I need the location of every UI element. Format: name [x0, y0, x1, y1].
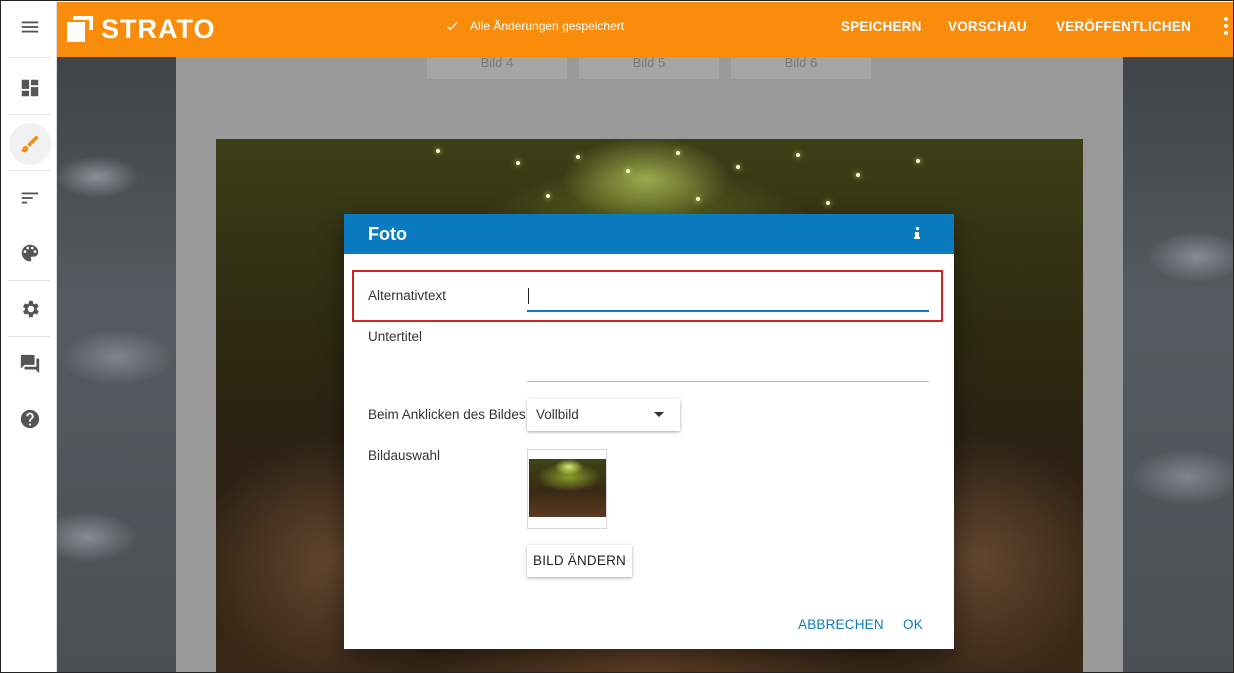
preview-button[interactable]: VORSCHAU	[948, 19, 1027, 34]
save-button[interactable]: SPEICHERN	[841, 19, 922, 34]
forum-icon[interactable]	[2, 340, 57, 388]
image-select-label: Bildauswahl	[368, 448, 441, 463]
gear-icon[interactable]	[2, 285, 57, 333]
dialog-title: Foto	[368, 224, 407, 244]
dropdown-arrow-icon	[654, 412, 664, 417]
sort-icon[interactable]	[2, 174, 57, 222]
subtitle-input[interactable]	[527, 354, 929, 382]
menu-icon[interactable]	[2, 3, 57, 51]
app-frame: STRATO Alle Änderungen gespeichert SPEIC…	[0, 0, 1234, 673]
alt-text-label: Alternativtext	[368, 288, 447, 303]
dashboard-icon[interactable]	[2, 64, 57, 112]
click-behavior-value: Vollbild	[536, 407, 579, 422]
gallery-tab: Bild 5	[579, 57, 719, 79]
save-status: Alle Änderungen gespeichert	[445, 19, 624, 33]
concert-thumbnail-image	[529, 459, 606, 517]
click-behavior-label: Beim Anklicken des Bildes	[368, 407, 526, 422]
info-icon[interactable]	[911, 226, 923, 240]
dialog-header: Foto	[344, 214, 954, 254]
topbar: STRATO Alle Änderungen gespeichert SPEIC…	[57, 2, 1233, 57]
palette-icon[interactable]	[2, 229, 57, 277]
strato-logo: STRATO	[67, 12, 216, 46]
brush-icon[interactable]	[2, 120, 57, 168]
ok-button[interactable]: OK	[903, 617, 923, 632]
save-status-text: Alle Änderungen gespeichert	[470, 19, 625, 33]
more-vert-icon[interactable]	[1224, 17, 1230, 38]
cancel-button[interactable]: ABBRECHEN	[798, 617, 884, 632]
help-icon[interactable]	[2, 395, 57, 443]
text-caret	[528, 288, 529, 304]
click-behavior-select[interactable]: Vollbild	[527, 399, 680, 431]
gallery-tab: Bild 4	[427, 57, 567, 79]
strato-logo-icon	[67, 16, 93, 42]
brand-name: STRATO	[101, 13, 216, 44]
gallery-tab: Bild 6	[731, 57, 871, 79]
change-image-button[interactable]: BILD ÄNDERN	[527, 545, 632, 577]
selected-image-thumbnail[interactable]	[527, 449, 607, 529]
sidebar	[2, 2, 57, 672]
alt-text-input[interactable]	[527, 284, 929, 312]
checkmark-icon	[446, 22, 458, 31]
publish-button[interactable]: VERÖFFENTLICHEN	[1056, 19, 1191, 34]
photo-dialog: Foto Alternativtext Untertitel Beim Ankl…	[344, 214, 954, 649]
subtitle-label: Untertitel	[368, 329, 423, 344]
